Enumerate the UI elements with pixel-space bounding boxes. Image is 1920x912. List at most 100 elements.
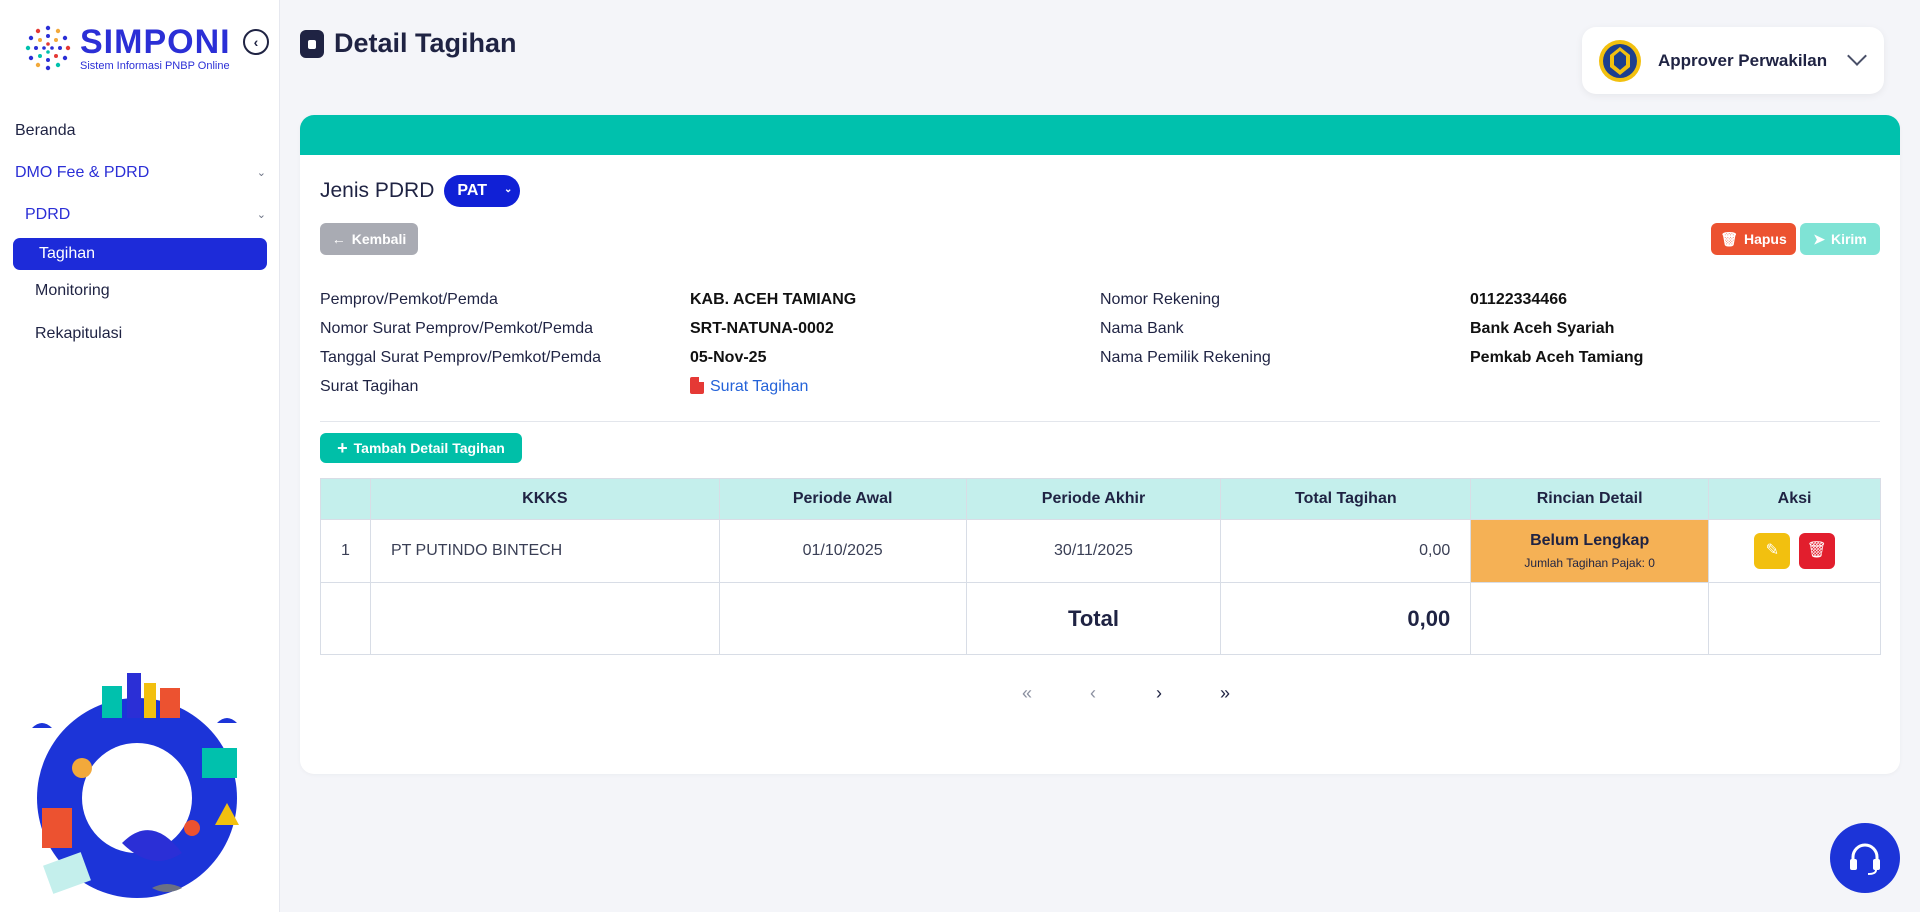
add-detail-tagihan-button[interactable]: + Tambah Detail Tagihan <box>320 433 522 463</box>
info-left-labels: Pemprov/Pemkot/Pemda Nomor Surat Pemprov… <box>320 285 601 401</box>
help-button[interactable] <box>1830 823 1900 893</box>
info-left-values: KAB. ACEH TAMIANG SRT-NATUNA-0002 05-Nov… <box>690 285 856 401</box>
sidebar-illustration <box>32 673 239 898</box>
info-label: Nomor Rekening <box>1100 291 1221 308</box>
table-header-row: KKKS Periode Awal Periode Akhir Total Ta… <box>320 478 1881 520</box>
empty-cell <box>718 582 967 655</box>
delete-button[interactable]: 🗑 Hapus <box>1711 223 1796 255</box>
info-label: Tanggal Surat Pemprov/Pemkot/Pemda <box>320 349 602 366</box>
detail-tagihan-card: Jenis PDRD PAT ⌄ ← Kembali 🗑 Hapus ➤ Kir… <box>300 115 1900 774</box>
page-title: Detail Tagihan <box>334 28 517 58</box>
sidebar-item-monitoring[interactable]: Monitoring <box>0 270 280 313</box>
pagination: « ‹ › » <box>994 683 1258 704</box>
nomor-surat-value: SRT-NATUNA-0002 <box>690 320 834 337</box>
sidebar-item-rekapitulasi[interactable]: Rekapitulasi <box>0 313 280 356</box>
edit-button[interactable]: ✎ <box>1754 533 1791 569</box>
user-role-label: Approver Perwakilan <box>1658 50 1828 70</box>
column-header-total-tagihan[interactable]: Total Tagihan <box>1220 478 1472 520</box>
tagihan-table: KKKS Periode Awal Periode Akhir Total Ta… <box>320 478 1881 655</box>
jenis-pdrd: Jenis PDRD PAT ⌄ <box>320 175 521 207</box>
sidebar-item-label: Tagihan <box>39 245 96 262</box>
logo-dots-icon <box>25 25 71 71</box>
collapse-sidebar-button[interactable]: ‹ <box>243 29 269 55</box>
sidebar-item-label: PDRD <box>25 206 71 223</box>
jenis-pdrd-value: PAT <box>457 182 487 199</box>
logo-title: SIMPONI <box>80 22 231 61</box>
status-label: Belum Lengkap <box>1530 532 1650 549</box>
periode-awal-cell: 01/10/2025 <box>718 519 967 583</box>
actions-cell: ✎ 🗑 <box>1708 519 1881 583</box>
clipboard-icon <box>300 29 324 58</box>
delete-row-button[interactable]: 🗑 <box>1798 533 1835 569</box>
info-label: Surat Tagihan <box>320 378 419 395</box>
trash-icon: 🗑 <box>1720 230 1738 247</box>
sidebar-item-label: Rekapitulasi <box>35 325 123 342</box>
user-menu[interactable]: Approver Perwakilan <box>1582 27 1884 94</box>
card-header-bar <box>300 115 1900 155</box>
jenis-pdrd-label: Jenis PDRD <box>320 179 435 202</box>
back-button[interactable]: ← Kembali <box>320 223 418 255</box>
info-label: Nomor Surat Pemprov/Pemkot/Pemda <box>320 320 593 337</box>
last-page-icon[interactable]: » <box>1192 683 1258 704</box>
headset-icon <box>1850 843 1880 875</box>
back-button-label: Kembali <box>351 231 407 247</box>
sidebar-item-pdrd[interactable]: PDRD ⌄ <box>0 194 280 236</box>
next-page-icon[interactable]: › <box>1126 683 1192 704</box>
plus-icon: + <box>337 437 348 458</box>
logo-subtitle: Sistem Informasi PNBP Online <box>80 59 230 72</box>
info-right-values: 01122334466 Bank Aceh Syariah Pemkab Ace… <box>1470 285 1643 372</box>
jenis-pdrd-select[interactable]: PAT ⌄ <box>444 175 521 207</box>
paper-plane-icon: ➤ <box>1813 230 1825 247</box>
column-header-no <box>320 478 371 520</box>
chevron-down-icon: ⌄ <box>256 209 266 221</box>
pencil-icon: ✎ <box>1765 542 1780 559</box>
sidebar-nav: Beranda DMO Fee & PDRD ⌄ PDRD ⌄ Tagihan … <box>0 110 280 356</box>
sidebar-item-label: DMO Fee & PDRD <box>15 164 150 181</box>
chevron-down-icon <box>1847 46 1867 66</box>
column-header-kkks[interactable]: KKKS <box>369 478 720 520</box>
empty-cell <box>1470 582 1710 655</box>
total-label: Total <box>965 582 1222 655</box>
trash-icon: 🗑 <box>1806 542 1827 559</box>
periode-akhir-cell: 30/11/2025 <box>965 519 1222 583</box>
sidebar-item-tagihan[interactable]: Tagihan <box>13 238 267 270</box>
prev-page-icon[interactable]: ‹ <box>1060 683 1126 704</box>
send-button[interactable]: ➤ Kirim <box>1800 223 1880 255</box>
sidebar-item-label: Monitoring <box>35 282 110 299</box>
page-header: Detail Tagihan <box>300 28 517 59</box>
pdf-file-icon <box>690 377 704 394</box>
tanggal-surat-value: 05-Nov-25 <box>690 349 767 366</box>
sidebar-item-label: Beranda <box>15 122 76 139</box>
sidebar-item-dmo-fee-pdrd[interactable]: DMO Fee & PDRD ⌄ <box>0 152 280 194</box>
send-button-label: Kirim <box>1830 231 1867 247</box>
status-sublabel: Jumlah Tagihan Pajak: 0 <box>1524 556 1655 570</box>
surat-tagihan-link[interactable]: Surat Tagihan <box>690 372 856 401</box>
simponi-logo[interactable]: SIMPONI Sistem Informasi PNBP Online <box>18 18 231 78</box>
chevron-down-icon: ⌄ <box>256 167 266 179</box>
pemda-value: KAB. ACEH TAMIANG <box>690 291 857 308</box>
sidebar-item-beranda[interactable]: Beranda <box>0 110 280 152</box>
arrow-left-icon: ← <box>331 231 346 247</box>
sidebar: SIMPONI Sistem Informasi PNBP Online ‹ B… <box>0 0 280 912</box>
table-row: 1 PT PUTINDO BINTECH 01/10/2025 30/11/20… <box>320 519 1881 583</box>
total-value: 0,00 <box>1220 582 1472 655</box>
empty-cell <box>369 582 720 655</box>
column-header-periode-awal[interactable]: Periode Awal <box>718 478 967 520</box>
status-badge[interactable]: Belum Lengkap Jumlah Tagihan Pajak: 0 <box>1470 519 1710 583</box>
empty-cell <box>320 582 371 655</box>
delete-button-label: Hapus <box>1743 231 1787 247</box>
column-header-periode-akhir[interactable]: Periode Akhir <box>965 478 1222 520</box>
chevron-down-icon: ⌄ <box>503 184 513 195</box>
nomor-rekening-value: 01122334466 <box>1470 291 1567 308</box>
info-label: Nama Bank <box>1100 320 1184 337</box>
row-number: 1 <box>320 519 371 583</box>
first-page-icon[interactable]: « <box>994 683 1060 704</box>
empty-cell <box>1708 582 1881 655</box>
add-detail-tagihan-label: Tambah Detail Tagihan <box>353 440 505 456</box>
column-header-rincian-detail: Rincian Detail <box>1470 478 1710 520</box>
total-row: Total 0,00 <box>320 582 1881 655</box>
kemenkeu-emblem-icon <box>1599 39 1641 82</box>
total-tagihan-cell: 0,00 <box>1220 519 1472 583</box>
nama-pemilik-value: Pemkab Aceh Tamiang <box>1470 349 1644 366</box>
nama-bank-value: Bank Aceh Syariah <box>1470 320 1615 337</box>
